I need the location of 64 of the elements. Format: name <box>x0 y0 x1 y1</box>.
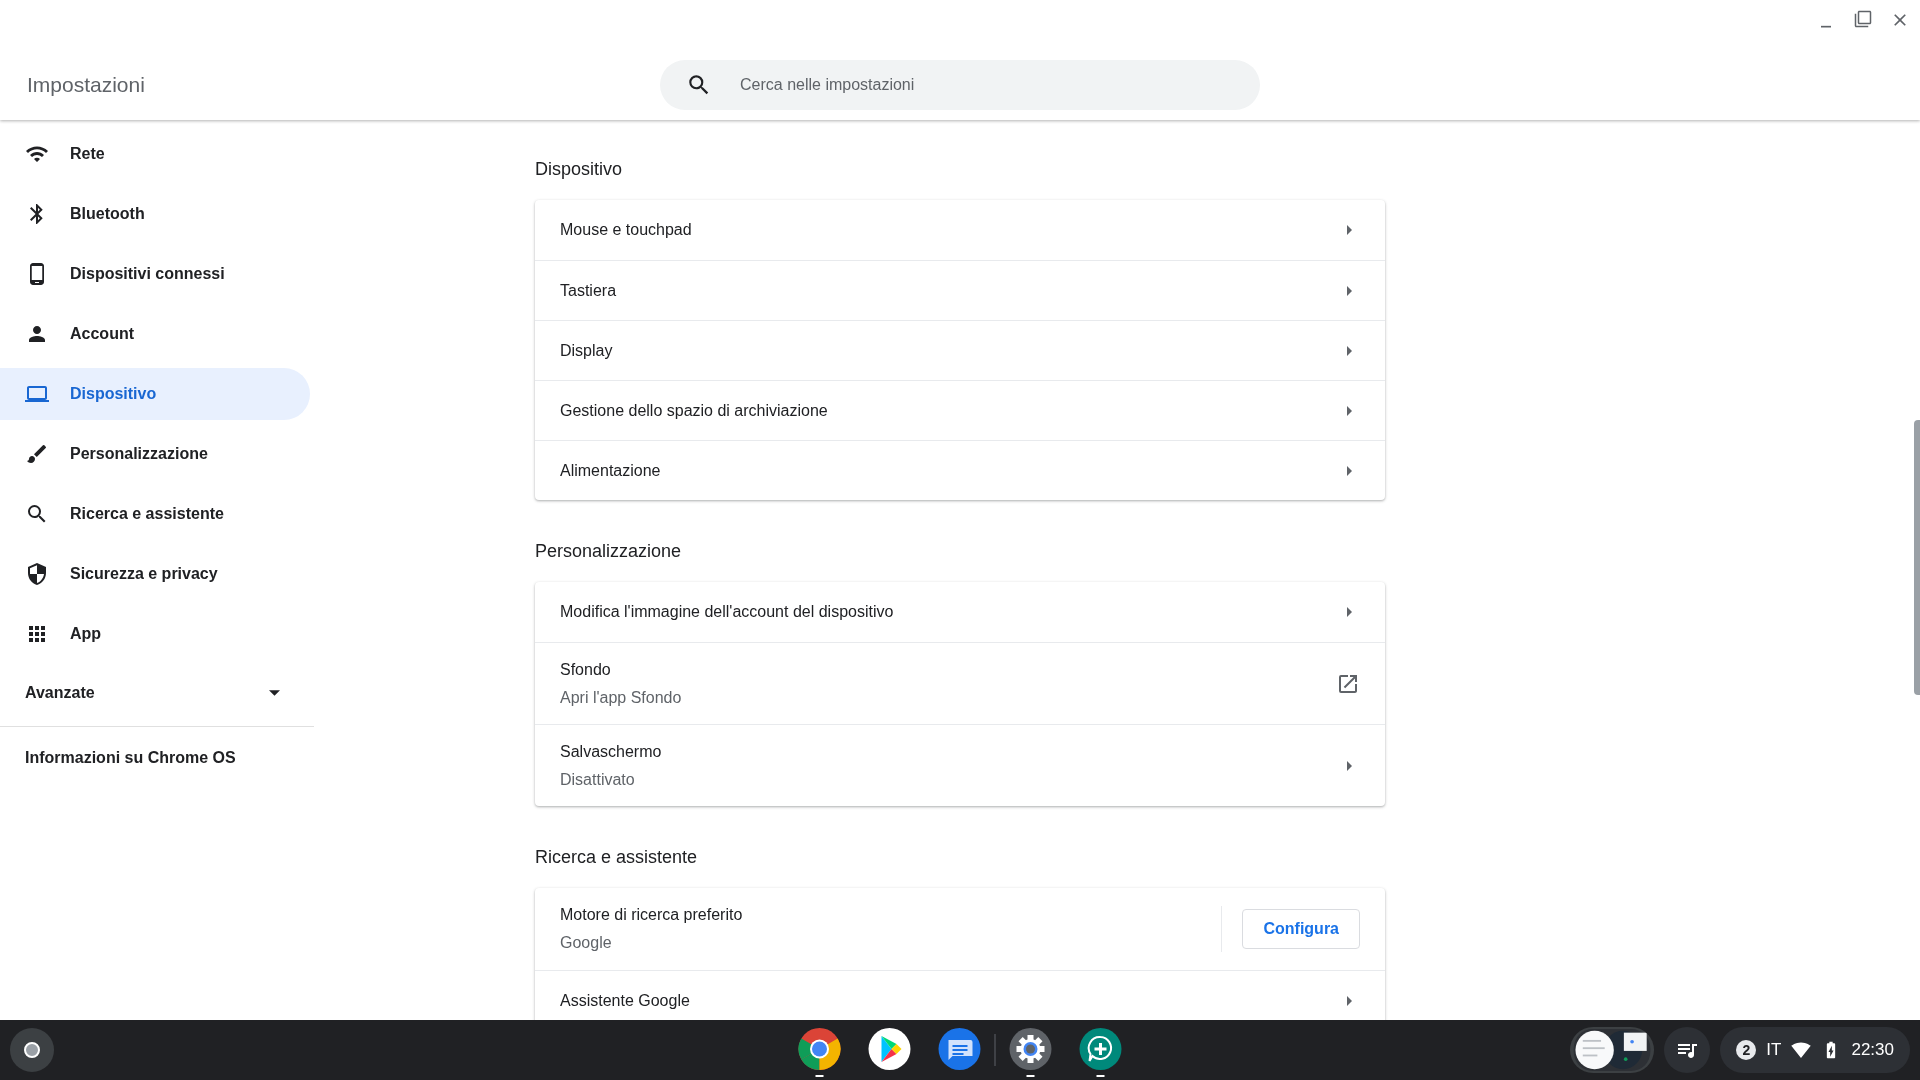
about-link[interactable]: Informazioni su Chrome OS <box>0 727 316 789</box>
settings-icon[interactable] <box>1008 1027 1053 1071</box>
media-button[interactable] <box>1664 1027 1711 1073</box>
sidebar-item[interactable]: Ricerca e assistente <box>0 488 310 540</box>
arrow-right-icon <box>1347 995 1352 1006</box>
dropdown-icon <box>269 690 280 696</box>
configure-button[interactable]: Configura <box>1242 909 1360 949</box>
settings-row[interactable]: Modifica l'immagine dell'account del dispositivo <box>535 582 1385 642</box>
settings-row[interactable]: Sfondo Apri l'app Sfondo <box>535 642 1385 724</box>
sidebar-item[interactable]: Bluetooth <box>0 188 310 240</box>
brush-icon <box>25 442 49 466</box>
advanced-toggle[interactable]: Avanzate <box>0 668 310 718</box>
section-heading: Dispositivo <box>535 158 624 181</box>
restore-icon[interactable] <box>1854 10 1872 28</box>
settings-row[interactable]: Mouse e touchpad <box>535 200 1385 260</box>
sidebar-item[interactable]: Sicurezza e privacy <box>0 548 310 600</box>
arrow-right-icon <box>1347 760 1352 771</box>
settings-row[interactable]: Alimentazione <box>535 440 1385 500</box>
sidebar-item[interactable]: App <box>0 608 310 660</box>
window-title: Impostazioni <box>27 72 145 99</box>
sidebar-item[interactable]: Dispositivi connessi <box>0 248 310 300</box>
row-label: Alimentazione <box>560 460 662 481</box>
search-field[interactable]: Cerca nelle impostazioni <box>660 60 1260 110</box>
settings-row[interactable]: Tastiera <box>535 260 1385 320</box>
sidebar-item[interactable]: Account <box>0 308 310 360</box>
section-heading: Ricerca e assistente <box>535 846 699 869</box>
row-label: Sfondo <box>560 659 612 680</box>
arrow-right-icon <box>1347 225 1352 235</box>
row-label: Tastiera <box>560 280 618 301</box>
settings-row[interactable]: Display <box>535 320 1385 380</box>
arrow-right-icon <box>1347 607 1352 617</box>
launcher-button[interactable] <box>10 1028 54 1072</box>
row-label: Assistente Google <box>560 990 691 1011</box>
play-store-icon[interactable] <box>867 1027 912 1071</box>
settings-row[interactable]: Salvaschermo Disattivato <box>535 724 1385 806</box>
arrow-right-icon <box>1347 465 1352 476</box>
row-label: Display <box>560 340 614 361</box>
settings-row[interactable]: Gestione dello spazio di archiviazione <box>535 380 1385 440</box>
arrow-right-icon <box>1347 285 1352 296</box>
clock: 22:30 <box>1851 1039 1894 1062</box>
row-label: Motore di ricerca preferito <box>560 905 744 925</box>
arrow-right-icon <box>1347 405 1352 416</box>
row-label: Mouse e touchpad <box>560 220 693 240</box>
messages-icon[interactable] <box>937 1027 982 1071</box>
row-label: Gestione dello spazio di archiviazione <box>560 400 829 421</box>
sidebar-item[interactable]: Personalizzazione <box>0 428 310 480</box>
browser-icon[interactable] <box>797 1027 842 1071</box>
section-heading: Personalizzazione <box>535 540 683 563</box>
row-label: Modifica l'immagine dell'account del dispositivo <box>560 602 895 622</box>
sidebar-item[interactable]: Rete <box>0 128 310 180</box>
row-label: Salvaschermo <box>560 741 663 762</box>
settings-row[interactable]: Motore di ricerca preferito Google Configura <box>535 888 1385 970</box>
notification-count: 2 <box>1736 1040 1757 1060</box>
scrollbar[interactable] <box>1914 420 1920 695</box>
shield-icon <box>25 562 49 586</box>
row-sublabel: Google <box>560 933 613 953</box>
row-sublabel: Apri l'app Sfondo <box>560 687 683 708</box>
add-chat-icon[interactable] <box>1078 1027 1123 1071</box>
keyboard-layout: IT <box>1766 1039 1782 1062</box>
sidebar-item[interactable]: Dispositivo <box>0 368 310 420</box>
row-sublabel: Disattivato <box>560 769 636 790</box>
arrow-right-icon <box>1347 345 1352 356</box>
wifi-icon <box>1791 1040 1812 1060</box>
status-tray[interactable]: 2 IT 22:30 <box>1720 1027 1910 1073</box>
